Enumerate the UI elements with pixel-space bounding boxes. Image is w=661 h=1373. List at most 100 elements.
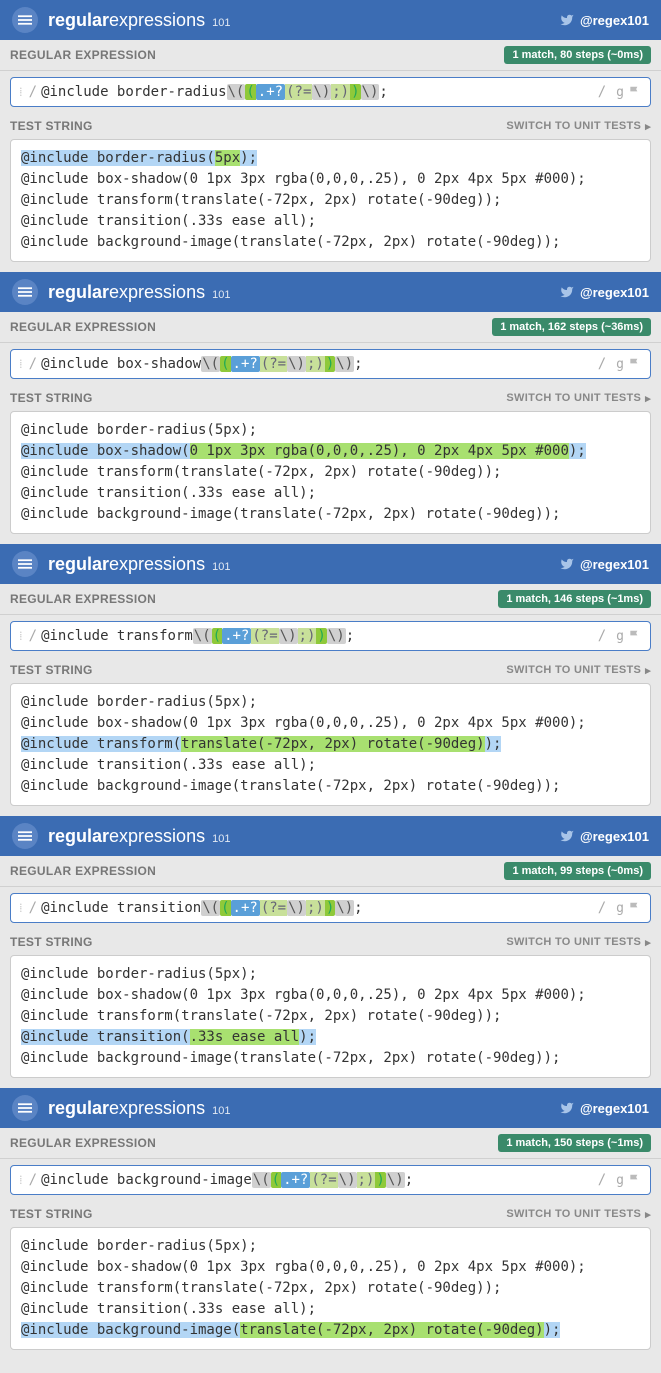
chevron-right-icon: ▸ — [645, 936, 651, 949]
regex-input[interactable]: ⁞ / @include transform\((.+?(?=\);))\); … — [10, 621, 651, 651]
regex-section-bar: REGULAR EXPRESSION 1 match, 80 steps (~0… — [0, 40, 661, 71]
flag-icon[interactable] — [628, 1173, 642, 1187]
logo-part2: expressions — [109, 1098, 205, 1118]
regex-input[interactable]: ⁞ / @include box-shadow\((.+?(?=\);))\);… — [10, 349, 651, 379]
flag-g[interactable]: g — [616, 357, 624, 372]
match-badge: 1 match, 80 steps (~0ms) — [504, 46, 651, 64]
logo-part2: expressions — [109, 554, 205, 574]
switch-label: SWITCH TO UNIT TESTS — [506, 120, 641, 132]
twitter-icon[interactable] — [560, 557, 574, 571]
regex-delimiter-close: / — [598, 84, 606, 100]
regex-label: REGULAR EXPRESSION — [10, 592, 156, 606]
twitter-icon[interactable] — [560, 13, 574, 27]
twitter-handle[interactable]: @regex101 — [580, 13, 649, 28]
test-string-input[interactable]: @include border-radius(5px); @include bo… — [10, 1227, 651, 1350]
regex-flags[interactable]: g — [616, 357, 642, 372]
switch-unit-tests-link[interactable]: SWITCH TO UNIT TESTS ▸ — [506, 392, 651, 405]
regex-pattern[interactable]: @include transition\((.+?(?=\);))\); — [41, 900, 594, 916]
regex-delimiter-close: / — [598, 900, 606, 916]
flag-icon[interactable] — [628, 901, 642, 915]
switch-unit-tests-link[interactable]: SWITCH TO UNIT TESTS ▸ — [506, 120, 651, 133]
regex-flags[interactable]: g — [616, 901, 642, 916]
test-label: TEST STRING — [10, 663, 93, 677]
twitter-icon[interactable] — [560, 1101, 574, 1115]
regex-delimiter-close: / — [598, 628, 606, 644]
regex-panel: regularexpressions 101 @regex101 REGULAR… — [0, 0, 661, 262]
app-header: regularexpressions 101 @regex101 — [0, 544, 661, 584]
header-right: @regex101 — [560, 1101, 649, 1116]
logo: regularexpressions 101 — [48, 282, 230, 303]
match-badge: 1 match, 99 steps (~0ms) — [504, 862, 651, 880]
switch-label: SWITCH TO UNIT TESTS — [506, 1208, 641, 1220]
regex-pattern[interactable]: @include transform\((.+?(?=\);))\); — [41, 628, 594, 644]
flag-icon[interactable] — [628, 85, 642, 99]
switch-unit-tests-link[interactable]: SWITCH TO UNIT TESTS ▸ — [506, 936, 651, 949]
logo-part1: regular — [48, 282, 109, 302]
logo-part1: regular — [48, 1098, 109, 1118]
test-section-bar: TEST STRING SWITCH TO UNIT TESTS ▸ — [0, 385, 661, 411]
test-label: TEST STRING — [10, 935, 93, 949]
twitter-handle[interactable]: @regex101 — [580, 285, 649, 300]
regex-pattern[interactable]: @include box-shadow\((.+?(?=\);))\); — [41, 356, 594, 372]
flag-g[interactable]: g — [616, 1173, 624, 1188]
regex-delimiter-close: / — [598, 1172, 606, 1188]
menu-button[interactable] — [12, 1095, 38, 1121]
menu-button[interactable] — [12, 551, 38, 577]
regex-delimiter-open: / — [29, 628, 37, 644]
app-header: regularexpressions 101 @regex101 — [0, 816, 661, 856]
logo-sub: 101 — [212, 289, 230, 301]
menu-button[interactable] — [12, 823, 38, 849]
regex-label: REGULAR EXPRESSION — [10, 864, 156, 878]
header-right: @regex101 — [560, 829, 649, 844]
chevron-right-icon: ▸ — [645, 664, 651, 677]
regex-pattern[interactable]: @include background-image\((.+?(?=\);))\… — [41, 1172, 594, 1188]
switch-unit-tests-link[interactable]: SWITCH TO UNIT TESTS ▸ — [506, 664, 651, 677]
twitter-icon[interactable] — [560, 285, 574, 299]
regex-pattern[interactable]: @include border-radius\((.+?(?=\);))\); — [41, 84, 594, 100]
regex-panel: regularexpressions 101 @regex101 REGULAR… — [0, 1088, 661, 1350]
regex-flags[interactable]: g — [616, 85, 642, 100]
flag-g[interactable]: g — [616, 629, 624, 644]
switch-unit-tests-link[interactable]: SWITCH TO UNIT TESTS ▸ — [506, 1208, 651, 1221]
flag-g[interactable]: g — [616, 901, 624, 916]
chevron-right-icon: ▸ — [645, 1208, 651, 1221]
flag-g[interactable]: g — [616, 85, 624, 100]
drag-handle-icon[interactable]: ⁞ — [19, 628, 23, 644]
match-badge: 1 match, 150 steps (~1ms) — [498, 1134, 651, 1152]
drag-handle-icon[interactable]: ⁞ — [19, 900, 23, 916]
app-header: regularexpressions 101 @regex101 — [0, 1088, 661, 1128]
menu-button[interactable] — [12, 7, 38, 33]
regex-delimiter-open: / — [29, 356, 37, 372]
test-string-input[interactable]: @include border-radius(5px); @include bo… — [10, 683, 651, 806]
chevron-right-icon: ▸ — [645, 120, 651, 133]
logo-sub: 101 — [212, 17, 230, 29]
twitter-icon[interactable] — [560, 829, 574, 843]
regex-flags[interactable]: g — [616, 629, 642, 644]
logo: regularexpressions 101 — [48, 10, 230, 31]
test-string-input[interactable]: @include border-radius(5px); @include bo… — [10, 411, 651, 534]
switch-label: SWITCH TO UNIT TESTS — [506, 664, 641, 676]
flag-icon[interactable] — [628, 357, 642, 371]
twitter-handle[interactable]: @regex101 — [580, 557, 649, 572]
drag-handle-icon[interactable]: ⁞ — [19, 84, 23, 100]
twitter-handle[interactable]: @regex101 — [580, 1101, 649, 1116]
logo-part2: expressions — [109, 826, 205, 846]
regex-label: REGULAR EXPRESSION — [10, 48, 156, 62]
regex-input[interactable]: ⁞ / @include border-radius\((.+?(?=\);))… — [10, 77, 651, 107]
switch-label: SWITCH TO UNIT TESTS — [506, 392, 641, 404]
test-string-input[interactable]: @include border-radius(5px); @include bo… — [10, 139, 651, 262]
regex-input[interactable]: ⁞ / @include transition\((.+?(?=\);))\);… — [10, 893, 651, 923]
regex-panel: regularexpressions 101 @regex101 REGULAR… — [0, 544, 661, 806]
regex-section-bar: REGULAR EXPRESSION 1 match, 162 steps (~… — [0, 312, 661, 343]
header-right: @regex101 — [560, 557, 649, 572]
drag-handle-icon[interactable]: ⁞ — [19, 356, 23, 372]
flag-icon[interactable] — [628, 629, 642, 643]
menu-button[interactable] — [12, 279, 38, 305]
twitter-handle[interactable]: @regex101 — [580, 829, 649, 844]
regex-flags[interactable]: g — [616, 1173, 642, 1188]
logo: regularexpressions 101 — [48, 826, 230, 847]
test-string-input[interactable]: @include border-radius(5px); @include bo… — [10, 955, 651, 1078]
regex-input[interactable]: ⁞ / @include background-image\((.+?(?=\)… — [10, 1165, 651, 1195]
drag-handle-icon[interactable]: ⁞ — [19, 1172, 23, 1188]
regex-label: REGULAR EXPRESSION — [10, 320, 156, 334]
